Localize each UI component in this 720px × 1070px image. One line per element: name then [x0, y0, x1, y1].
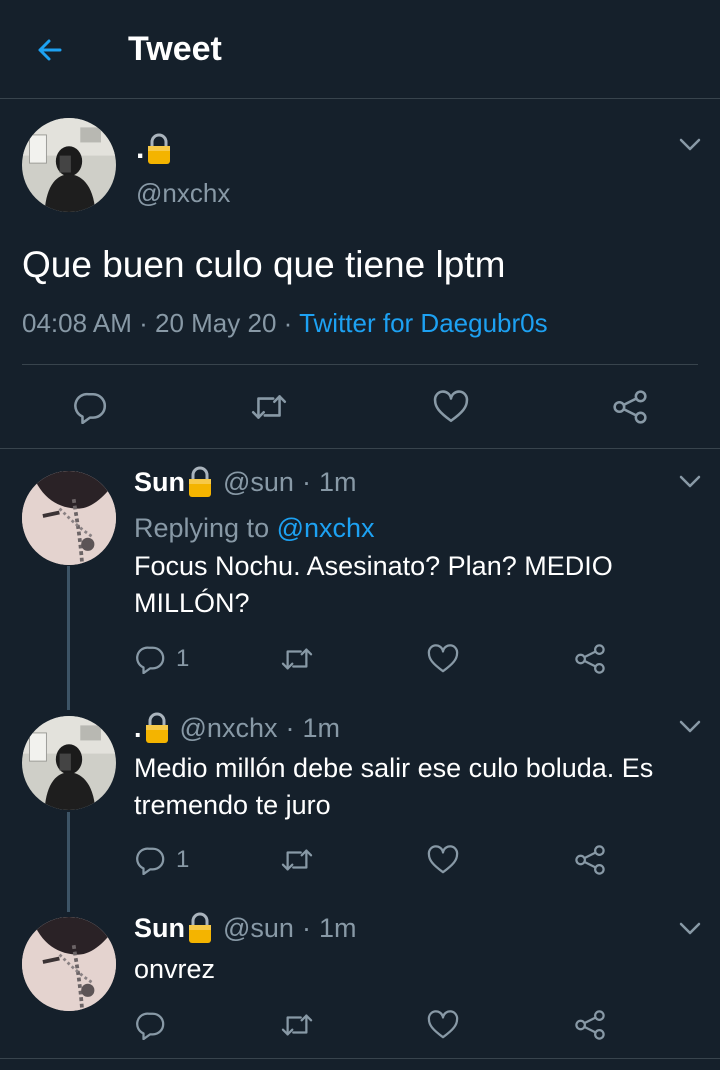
share-icon[interactable] — [574, 845, 606, 875]
page-title: Tweet — [128, 30, 222, 68]
author-name[interactable]: . — [136, 132, 172, 166]
reply-time: 1m — [318, 466, 357, 497]
share-icon[interactable] — [574, 644, 606, 674]
retweet-icon[interactable] — [280, 845, 314, 875]
top-bar: Tweet — [0, 0, 720, 99]
like-icon[interactable] — [433, 390, 469, 424]
chevron-down-icon[interactable] — [679, 138, 701, 152]
reply-text: Medio millón debe salir ese culo boluda.… — [134, 753, 654, 820]
separator: · — [283, 308, 293, 338]
separator: · — [285, 712, 295, 743]
reply-header: Sun @sun · 1m — [134, 466, 356, 498]
avatar[interactable] — [22, 716, 116, 810]
chevron-down-icon[interactable] — [679, 475, 701, 489]
reply-author-handle[interactable]: @sun — [223, 467, 294, 498]
replying-to-link[interactable]: @nxchx — [277, 513, 375, 543]
reply-text: onvrez — [134, 954, 216, 984]
reply-icon — [136, 644, 166, 674]
separator: · — [301, 466, 311, 497]
like-icon[interactable] — [427, 845, 459, 875]
divider — [0, 448, 720, 449]
reply-author-name[interactable]: Sun — [134, 913, 185, 944]
retweet-icon[interactable] — [280, 1010, 314, 1040]
reply-author-handle[interactable]: @nxchx — [180, 713, 278, 744]
like-icon[interactable] — [427, 1010, 459, 1040]
author-handle[interactable]: @nxchx — [136, 178, 230, 209]
retweet-icon[interactable] — [280, 644, 314, 674]
reply-button[interactable] — [136, 1010, 176, 1040]
reply-button[interactable]: 1 — [136, 845, 189, 875]
reply-count: 1 — [176, 645, 190, 672]
avatar[interactable] — [22, 471, 116, 565]
reply-author-handle[interactable]: @sun — [223, 913, 294, 944]
chevron-down-icon[interactable] — [679, 720, 701, 734]
lock-icon — [146, 133, 172, 165]
reply-time: 1m — [302, 712, 340, 743]
tweet-source-link[interactable]: Twitter for Daegubr0s — [299, 308, 548, 338]
replying-to-label: Replying to — [134, 513, 270, 543]
thread-line — [67, 566, 70, 710]
back-arrow-icon[interactable] — [30, 30, 70, 70]
reply-author-name[interactable]: . — [134, 713, 142, 744]
reply-button[interactable]: 1 — [136, 644, 189, 674]
thread-line — [67, 812, 70, 912]
author-name-text: . — [136, 132, 145, 165]
replying-to: Replying to @nxchx — [134, 510, 694, 547]
divider — [0, 1058, 720, 1059]
avatar[interactable] — [22, 118, 116, 212]
tweet-text: Que buen culo que tiene lptm — [22, 244, 506, 285]
share-icon[interactable] — [612, 390, 648, 424]
chevron-down-icon[interactable] — [679, 922, 701, 936]
tweet-date: 20 May 20 — [155, 308, 277, 338]
lock-icon — [144, 712, 170, 744]
tweet-meta: 04:08 AM · 20 May 20 · Twitter for Daegu… — [22, 308, 548, 339]
lock-icon — [187, 912, 213, 944]
share-icon[interactable] — [574, 1010, 606, 1040]
separator: · — [139, 308, 148, 338]
reply-icon — [136, 845, 166, 875]
like-icon[interactable] — [427, 644, 459, 674]
reply-text: Focus Nochu. Asesinato? Plan? MEDIO MILL… — [134, 551, 613, 618]
reply-author-name[interactable]: Sun — [134, 467, 185, 498]
reply-count: 1 — [176, 846, 190, 873]
reply-time: 1m — [318, 912, 357, 943]
reply-icon — [136, 1010, 166, 1040]
reply-header: . @nxchx · 1m — [134, 712, 340, 744]
separator: · — [301, 912, 311, 943]
reply-header: Sun @sun · 1m — [134, 912, 356, 944]
avatar[interactable] — [22, 917, 116, 1011]
lock-icon — [187, 466, 213, 498]
tweet-time: 04:08 AM — [22, 308, 132, 338]
reply-icon[interactable] — [74, 390, 108, 424]
retweet-icon[interactable] — [250, 390, 288, 424]
divider — [22, 364, 698, 365]
